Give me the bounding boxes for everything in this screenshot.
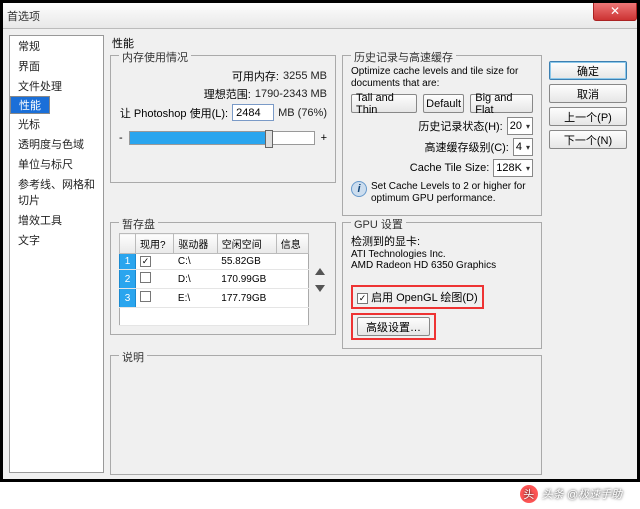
watermark: 头 头条 @极速手助	[520, 485, 622, 503]
ideal-value: 1790-2343 MB	[255, 88, 327, 100]
cache-info-text: Set Cache Levels to 2 or higher for opti…	[371, 181, 533, 205]
sidebar-item-units[interactable]: 单位与标尺	[10, 154, 103, 174]
sidebar-item-interface[interactable]: 界面	[10, 56, 103, 76]
hdr-active[interactable]: 现用?	[136, 234, 174, 254]
checkbox[interactable]	[140, 272, 151, 283]
gpu-card: AMD Radeon HD 6350 Graphics	[351, 260, 533, 271]
avail-label: 可用内存:	[232, 68, 279, 84]
psuse-label: 让 Photoshop 使用(L):	[120, 105, 228, 121]
watermark-icon: 头	[520, 485, 538, 503]
memory-slider[interactable]	[129, 131, 315, 145]
next-button[interactable]: 下一个(N)	[549, 130, 627, 149]
default-button[interactable]: Default	[423, 94, 464, 113]
table-row[interactable]: 1 ✓ C:\ 55.82GB	[120, 254, 309, 270]
gpu-legend: GPU 设置	[351, 216, 406, 232]
tall-thin-button[interactable]: Tall and Thin	[351, 94, 417, 113]
psuse-unit: MB (76%)	[278, 107, 327, 119]
sidebar-item-cursors[interactable]: 光标	[10, 114, 103, 134]
memory-legend: 内存使用情况	[119, 49, 191, 65]
sidebar-item-guides[interactable]: 参考线、网格和切片	[10, 174, 103, 210]
cancel-button[interactable]: 取消	[549, 84, 627, 103]
states-label: 历史记录状态(H):	[418, 118, 502, 134]
hdr-info[interactable]: 信息	[276, 234, 308, 254]
sidebar-item-transparency[interactable]: 透明度与色域	[10, 134, 103, 154]
scratch-table: 现用? 驱动器 空闲空间 信息 1 ✓ C:\ 55.82GB	[119, 233, 309, 326]
history-legend: 历史记录与高速缓存	[351, 49, 456, 65]
table-row[interactable]: 2 D:\ 170.99GB	[120, 270, 309, 289]
description-legend: 说明	[119, 349, 147, 365]
sidebar-item-filehandling[interactable]: 文件处理	[10, 76, 103, 96]
tile-label: Cache Tile Size:	[410, 162, 489, 174]
close-icon[interactable]: ✕	[593, 3, 637, 21]
move-up-icon[interactable]	[315, 268, 325, 275]
history-hint: Optimize cache levels and tile size for …	[351, 66, 533, 90]
sidebar-item-type[interactable]: 文字	[10, 230, 103, 250]
prev-button[interactable]: 上一个(P)	[549, 107, 627, 126]
memory-group: 内存使用情况 可用内存: 3255 MB 理想范围: 1790-2343 MB …	[110, 55, 336, 183]
tile-select[interactable]: 128K▾	[493, 159, 533, 177]
sidebar-item-performance[interactable]: 性能	[10, 96, 50, 114]
avail-value: 3255 MB	[283, 70, 327, 82]
hdr-drive[interactable]: 驱动器	[174, 234, 217, 254]
highlight-box: 高级设置…	[351, 313, 436, 340]
gpu-detected-label: 检测到的显卡:	[351, 233, 533, 249]
move-down-icon[interactable]	[315, 285, 325, 292]
sidebar: 常规 界面 文件处理 性能 光标 透明度与色域 单位与标尺 参考线、网格和切片 …	[9, 35, 104, 473]
gpu-vendor: ATI Technologies Inc.	[351, 249, 533, 260]
history-group: 历史记录与高速缓存 Optimize cache levels and tile…	[342, 55, 542, 216]
sidebar-item-plugins[interactable]: 增效工具	[10, 210, 103, 230]
titlebar: 首选项 ✕	[3, 3, 637, 29]
levels-select[interactable]: 4▾	[513, 138, 533, 156]
slider-minus[interactable]: -	[119, 132, 123, 144]
sidebar-item-general[interactable]: 常规	[10, 36, 103, 56]
info-icon: i	[351, 181, 367, 197]
checkbox[interactable]	[140, 291, 151, 302]
enable-opengl-label: 启用 OpenGL 绘图(D)	[371, 292, 478, 304]
ideal-label: 理想范围:	[204, 86, 251, 102]
hdr-free[interactable]: 空闲空间	[217, 234, 276, 254]
levels-label: 高速缓存级别(C):	[425, 139, 509, 155]
psuse-input[interactable]	[232, 104, 274, 121]
scratch-legend: 暂存盘	[119, 216, 158, 232]
advanced-settings-button[interactable]: 高级设置…	[357, 317, 430, 336]
states-select[interactable]: 20▾	[507, 117, 533, 135]
scratch-group: 暂存盘 现用? 驱动器 空闲空间 信息	[110, 222, 336, 335]
highlight-box: ✓ 启用 OpenGL 绘图(D)	[351, 285, 484, 309]
table-row[interactable]: 3 E:\ 177.79GB	[120, 289, 309, 308]
checkbox[interactable]: ✓	[140, 256, 151, 267]
window-title: 首选项	[7, 8, 40, 24]
gpu-group: GPU 设置 检测到的显卡: ATI Technologies Inc. AMD…	[342, 222, 542, 349]
enable-opengl-checkbox[interactable]: ✓	[357, 293, 368, 304]
ok-button[interactable]: 确定	[549, 61, 627, 80]
big-flat-button[interactable]: Big and Flat	[470, 94, 533, 113]
slider-plus[interactable]: +	[321, 132, 327, 144]
description-group: 说明	[110, 355, 542, 475]
